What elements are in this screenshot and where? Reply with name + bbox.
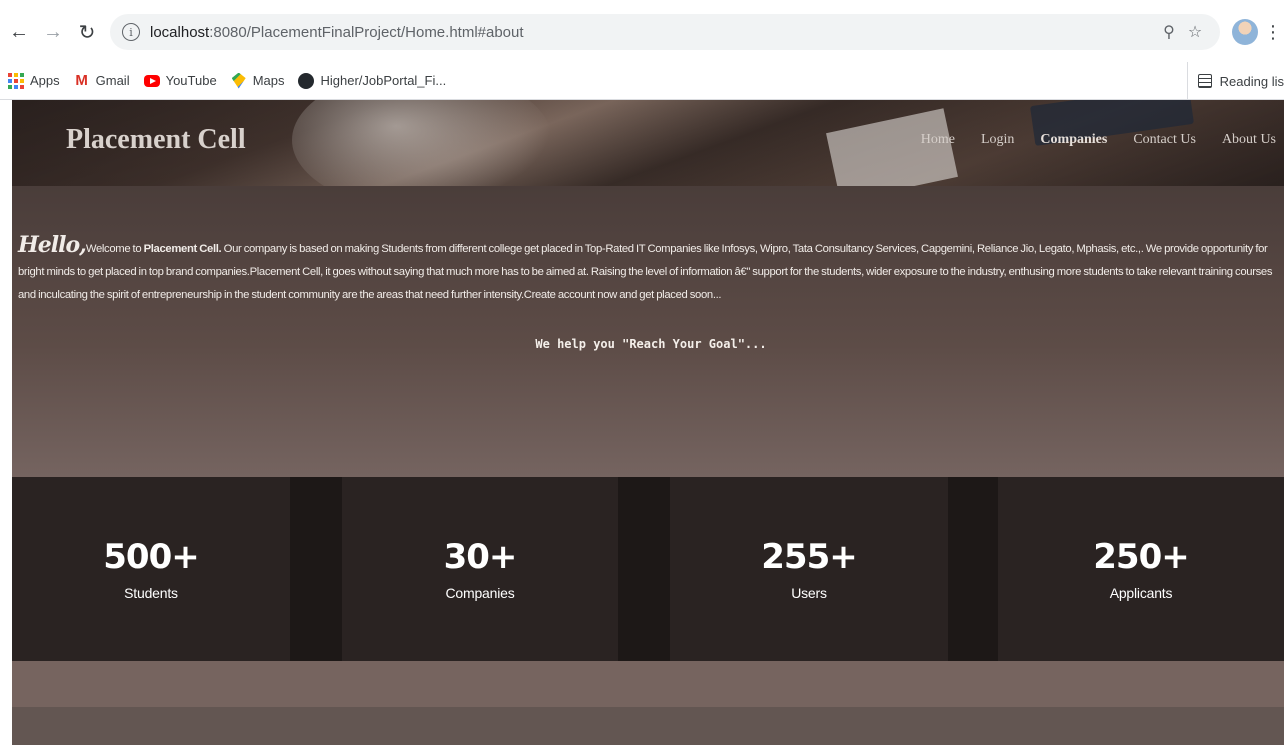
stat-label: Students [124, 585, 178, 601]
bookmarks-bar: Apps M Gmail YouTube Maps Higher/JobPort… [0, 62, 1284, 100]
about-paragraph: Hello,Welcome to Placement Cell. Our com… [18, 232, 1273, 302]
nav-companies[interactable]: Companies [1040, 132, 1107, 148]
tagline: We help you "Reach Your Goal"... [535, 337, 767, 351]
nav-login[interactable]: Login [981, 132, 1014, 148]
reload-icon[interactable]: ↻ [72, 17, 102, 47]
nav-home[interactable]: Home [921, 132, 955, 148]
stat-value: 30+ [443, 537, 518, 577]
nav-about-us[interactable]: About Us [1222, 132, 1276, 148]
hero-photo-highlight [292, 100, 552, 186]
forward-arrow-icon[interactable]: → [38, 17, 68, 47]
zoom-icon[interactable]: ⚲ [1156, 22, 1182, 42]
stats-divider [618, 477, 670, 661]
nav-contact-us[interactable]: Contact Us [1133, 132, 1196, 148]
bookmark-apps[interactable]: Apps [8, 72, 60, 89]
profile-avatar[interactable] [1232, 19, 1258, 45]
stat-label: Applicants [1109, 585, 1173, 601]
stat-applicants: 250+ Applicants [998, 477, 1284, 661]
footer-band [12, 661, 1284, 707]
stat-companies: 30+ Companies [342, 477, 618, 661]
bookmark-youtube[interactable]: YouTube [143, 73, 217, 89]
bookmark-star-icon[interactable]: ☆ [1182, 22, 1208, 42]
site-header: Placement Cell Home Login Companies Cont… [12, 100, 1284, 186]
youtube-icon [143, 74, 160, 87]
bookmark-gmail[interactable]: M Gmail [74, 72, 129, 89]
stat-users: 255+ Users [670, 477, 948, 661]
address-bar[interactable]: i localhost:8080/PlacementFinalProject/H… [110, 14, 1220, 50]
browser-toolbar: ← → ↻ i localhost:8080/PlacementFinalPro… [0, 0, 1284, 62]
bookmark-github[interactable]: Higher/JobPortal_Fi... [298, 72, 446, 89]
stat-value: 255+ [761, 537, 857, 577]
stat-label: Companies [445, 585, 515, 601]
menu-kebab-icon[interactable]: ⋮ [1264, 22, 1282, 43]
web-page: Placement Cell Home Login Companies Cont… [12, 100, 1284, 745]
reading-list-button[interactable]: Reading lis [1186, 62, 1284, 100]
stat-label: Users [791, 585, 827, 601]
stats-section: 500+ Students 30+ Companies 255+ Users 2… [12, 477, 1284, 661]
stat-value: 250+ [1093, 537, 1189, 577]
about-section: Hello,Welcome to Placement Cell. Our com… [12, 186, 1284, 477]
stats-divider [948, 477, 998, 661]
apps-grid-icon [8, 72, 24, 89]
site-info-icon[interactable]: i [122, 23, 140, 41]
url-text[interactable]: localhost:8080/PlacementFinalProject/Hom… [150, 24, 1156, 41]
github-icon [298, 72, 315, 89]
gmail-icon: M [75, 72, 88, 89]
main-nav: Home Login Companies Contact Us About Us [921, 132, 1276, 148]
maps-icon [231, 72, 246, 89]
bookmark-maps[interactable]: Maps [231, 72, 284, 89]
reading-list-icon [1197, 74, 1212, 88]
hello-heading: Hello, [18, 232, 87, 258]
stat-value: 500+ [103, 537, 199, 577]
site-logo[interactable]: Placement Cell [66, 124, 246, 156]
stat-students: 500+ Students [12, 477, 290, 661]
back-arrow-icon[interactable]: ← [4, 17, 34, 47]
stats-divider [290, 477, 342, 661]
footer-band-lower [12, 707, 1284, 745]
